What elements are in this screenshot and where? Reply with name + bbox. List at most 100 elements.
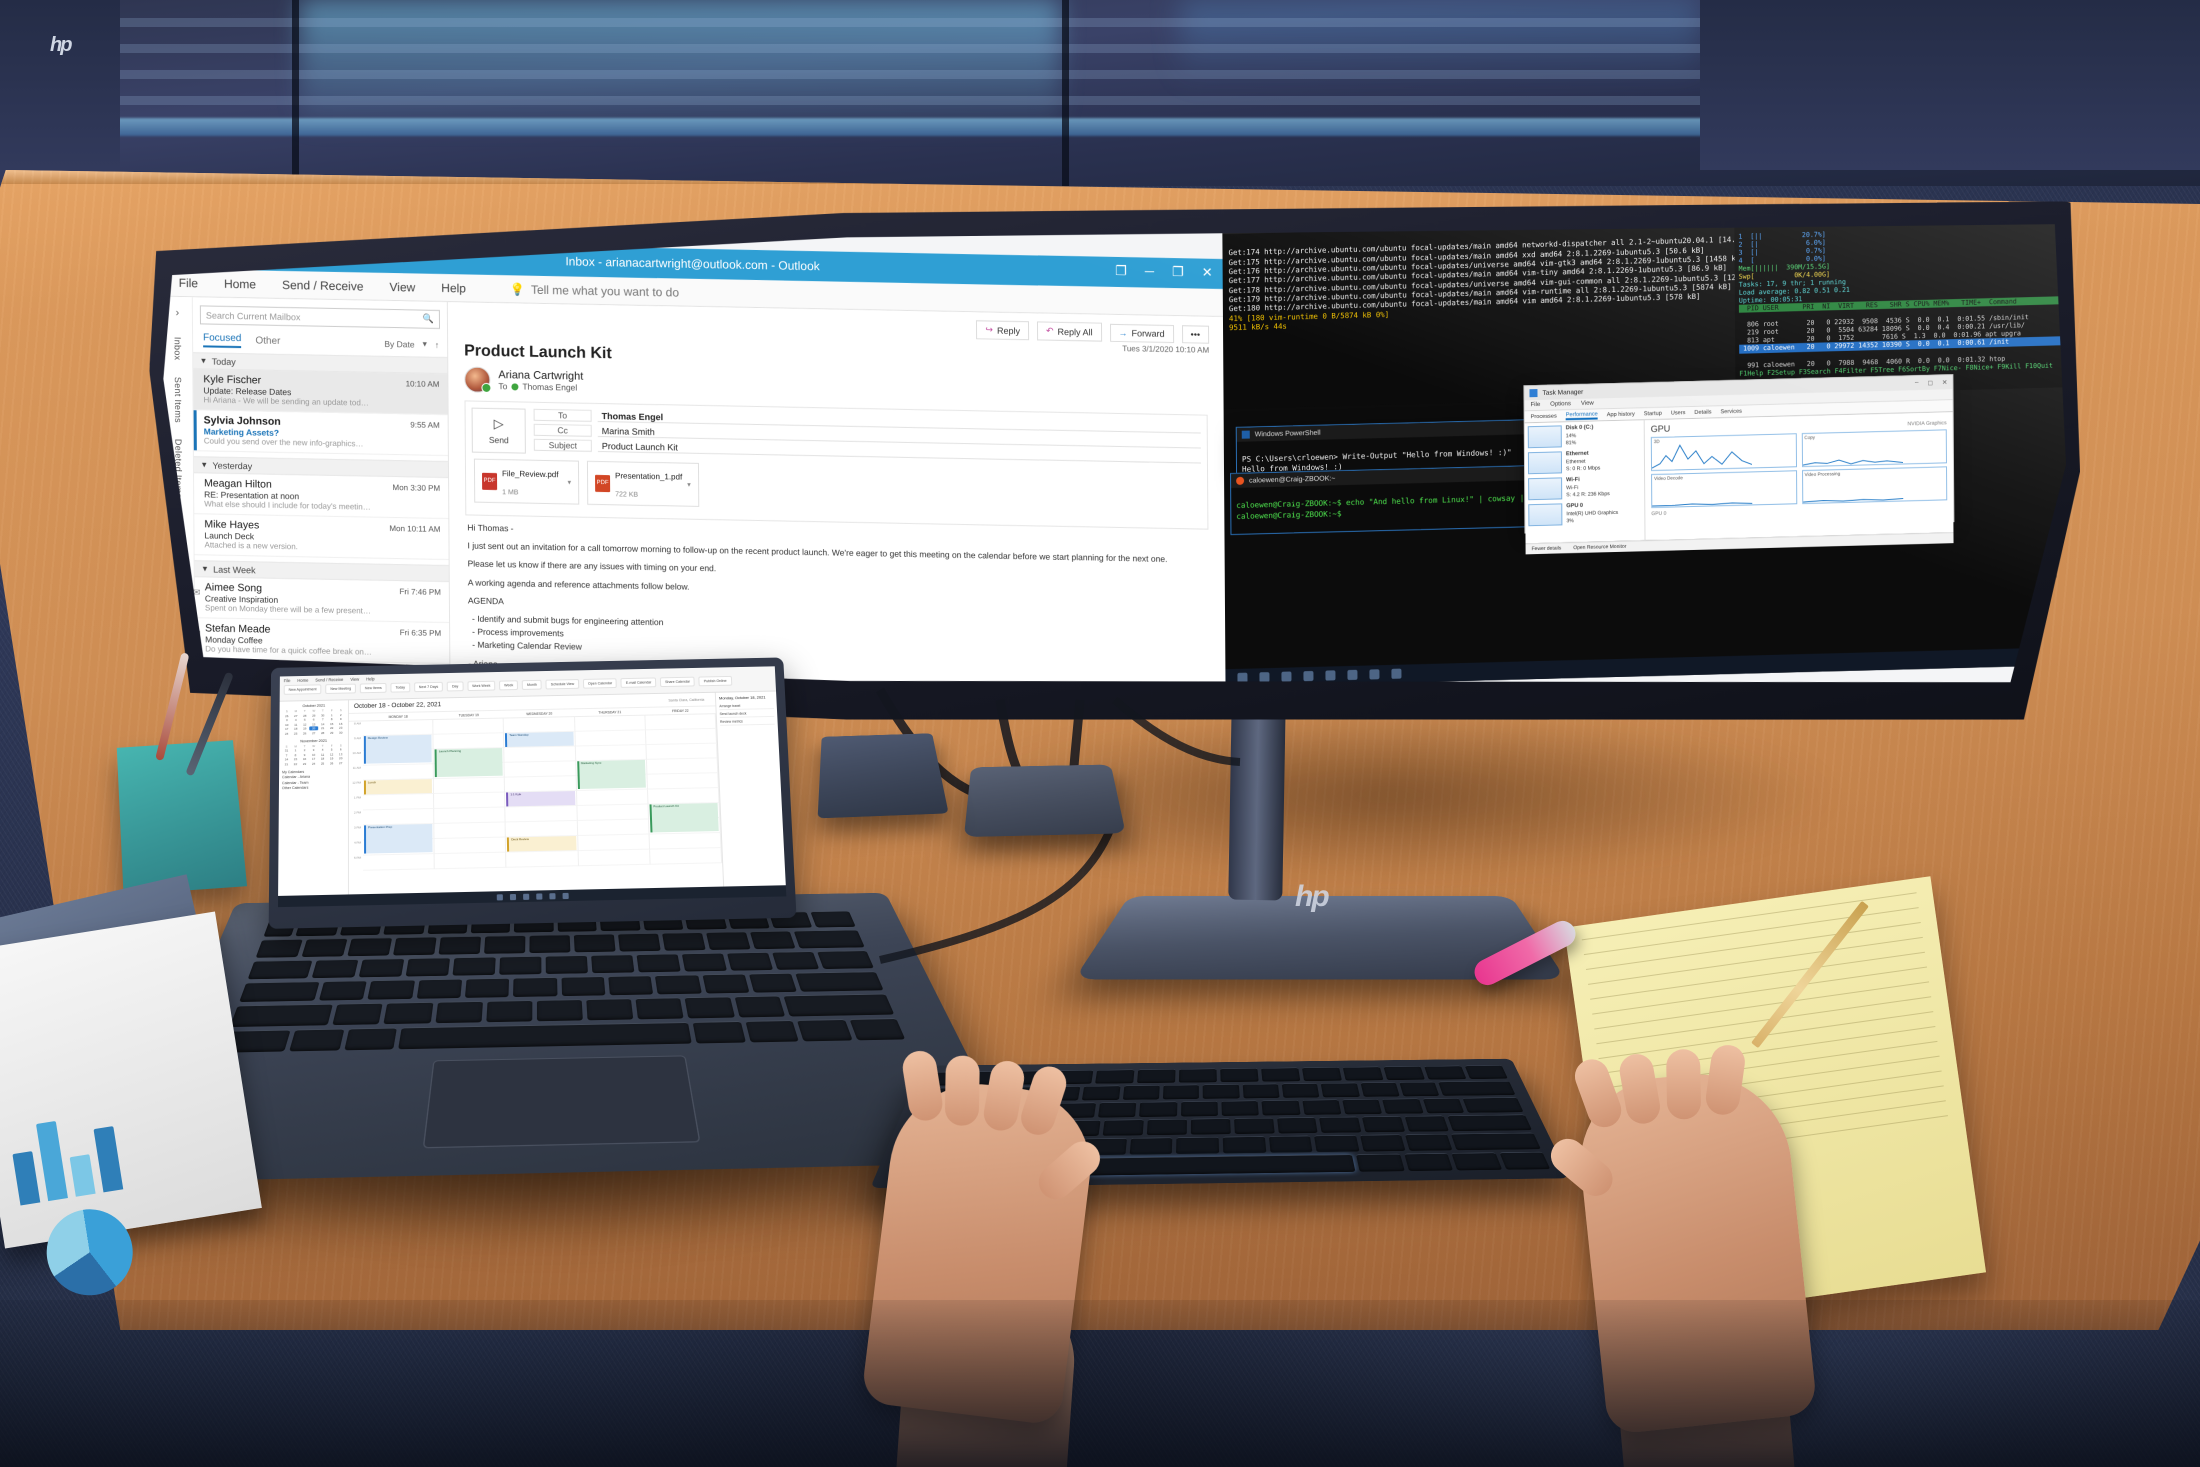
key-b[interactable] [1176, 1136, 1220, 1155]
publish-online-button[interactable]: Publish Online [698, 675, 732, 687]
explorer-icon[interactable] [1325, 670, 1335, 680]
outlook-window[interactable]: ⟳ ↩ ▾ Inbox - arianacartwright@outlook.c… [162, 239, 1225, 705]
to-field-label[interactable]: To [534, 409, 592, 422]
windows-taskbar[interactable]: 10:10 AM 3/1/2020 [1225, 647, 2067, 687]
calendar-week-grid[interactable]: MONDAY 18 TUESDAY 19 WEDNESDAY 20 THURSD… [348, 706, 723, 871]
tab-home[interactable]: Home [224, 276, 256, 291]
fewer-details-button[interactable]: Fewer details [1532, 545, 1562, 552]
calendar-slot[interactable] [505, 820, 578, 838]
key-f4[interactable] [1095, 1069, 1135, 1084]
calendar-slot[interactable] [645, 714, 717, 731]
key-f5[interactable] [1137, 1069, 1176, 1084]
tab-users[interactable]: Users [1671, 410, 1686, 416]
windows-icon[interactable] [496, 893, 503, 900]
key-0[interactable] [1320, 1082, 1360, 1098]
key-backspace[interactable] [1438, 1080, 1516, 1096]
key-enter[interactable] [1447, 1114, 1532, 1132]
calendar-check-ariana[interactable]: Calendar - Ariana [282, 774, 345, 780]
laptop-trackpad[interactable] [422, 1055, 701, 1149]
compose-form[interactable]: ▷ Send To Thomas Engel Cc Marina Smith S… [465, 400, 1209, 529]
task-item[interactable]: Review metrics [719, 716, 775, 726]
key-f9[interactable] [1301, 1067, 1342, 1082]
laptop-keyboard[interactable] [220, 910, 906, 1053]
forward-button[interactable]: → Forward [1110, 323, 1174, 342]
key-6[interactable] [1162, 1084, 1200, 1100]
calendar-slot[interactable] [649, 833, 722, 850]
calendar-slot[interactable] [362, 749, 434, 766]
menu-view[interactable]: View [1581, 401, 1594, 407]
calendar-slot[interactable] [505, 776, 577, 793]
key-semicolon[interactable] [1362, 1116, 1406, 1133]
resource-item[interactable]: Ethernet Ethernet S: 0 R: 0 Mbps [1528, 449, 1641, 474]
key-comma[interactable] [1314, 1134, 1360, 1153]
window-controls[interactable]: – ◻ ✕ [1915, 378, 1948, 387]
search-icon[interactable] [1259, 672, 1269, 682]
key-f[interactable] [1102, 1119, 1144, 1136]
open-calendar-button[interactable]: Open Calendar [582, 678, 618, 689]
key-m[interactable] [1268, 1135, 1313, 1153]
attachment-list[interactable]: PDF File_Review.pdf 1 MB ▾ PDF Presentat… [474, 459, 1199, 517]
tell-me-box[interactable]: 💡 Tell me what you want to do [510, 282, 679, 299]
windows-desktop-right[interactable]: caloewen@Craig-ZBOOK:~ ✕ + ▾ ─ ❐ ✕ Get:1… [1222, 219, 2067, 687]
close-icon[interactable]: ✕ [1942, 378, 1948, 386]
calendar-slot[interactable]: Design Review [362, 734, 434, 764]
filter-focused[interactable]: Focused [203, 332, 241, 348]
calendar-slot[interactable] [574, 715, 646, 732]
chevron-down-icon[interactable]: ▾ [201, 355, 206, 366]
key-n[interactable] [1222, 1136, 1266, 1154]
windows-icon[interactable] [1237, 673, 1247, 683]
calendar-event[interactable]: Lunch [363, 779, 433, 795]
calendar-slot[interactable] [646, 758, 719, 775]
key-5[interactable] [1122, 1085, 1160, 1100]
key-t[interactable] [1139, 1101, 1178, 1118]
window-controls[interactable]: ❐ ─ ❐ ✕ [1115, 263, 1213, 281]
key-minus[interactable] [1360, 1082, 1400, 1097]
tab-startup[interactable]: Startup [1644, 410, 1662, 416]
list-item[interactable]: Meagan Hilton Mon 3:30 PM RE: Presentati… [194, 473, 448, 519]
laptop-screen[interactable]: File Home Send / Receive View Help New A… [277, 666, 787, 908]
calendar-event[interactable]: 1:1 Kyle [506, 791, 575, 807]
list-item[interactable]: Sylvia Johnson 9:55 AM Marketing Assets?… [194, 410, 448, 456]
key-f11[interactable] [1383, 1066, 1426, 1081]
calendar-slot[interactable]: Launch Planning [433, 747, 505, 778]
tab-send-receive[interactable]: Send / Receive [315, 677, 343, 682]
calendar-slot[interactable]: Marketing Sync [575, 759, 648, 790]
key-o[interactable] [1301, 1099, 1342, 1115]
key-g[interactable] [1146, 1118, 1187, 1136]
calendar-slot[interactable] [577, 804, 649, 821]
message-list-pane[interactable]: Search Current Mailbox 🔍 Focused Other B… [193, 297, 451, 704]
chevron-down-icon[interactable]: ▾ [423, 339, 427, 350]
calendar-slot[interactable]: Product Launch Kit [648, 802, 721, 833]
calendar-checkbox-list[interactable]: My Calendars Calendar - Ariana Calendar … [282, 769, 345, 790]
calendar-slot[interactable] [646, 743, 718, 760]
edge-icon[interactable] [522, 893, 529, 900]
terminal-icon[interactable] [1369, 669, 1379, 679]
calendar-slot[interactable] [434, 852, 507, 870]
key-v[interactable] [1129, 1137, 1173, 1155]
resource-item[interactable]: GPU 0 Intel(R) UHD Graphics 3% [1528, 501, 1641, 526]
calendar-slot[interactable] [577, 819, 650, 837]
resource-item[interactable]: Wi-Fi Wi-Fi S: 4.2 R: 236 Kbps [1528, 475, 1641, 500]
calendar-slot[interactable] [362, 808, 435, 826]
reply-all-button[interactable]: ↶ Reply All [1037, 321, 1102, 341]
tab-help[interactable]: Help [441, 280, 466, 294]
focused-other-filters[interactable]: Focused Other By Date ▾ ↑ [193, 328, 447, 352]
calendar-slot[interactable] [645, 728, 717, 746]
key-r[interactable] [1097, 1102, 1137, 1118]
week-view-button[interactable]: Week [499, 680, 519, 691]
key-arrow-right[interactable] [1498, 1151, 1551, 1170]
calendar-slot[interactable] [505, 805, 578, 823]
list-item[interactable]: ✉ Aimee Song Fri 7:46 PM Creative Inspir… [195, 577, 449, 623]
cc-field-label[interactable]: Cc [534, 424, 592, 437]
tab-app-history[interactable]: App history [1607, 411, 1635, 418]
search-icon[interactable] [509, 893, 516, 900]
mini-calendar-grid[interactable]: S M T W T F S 31 1 2 3 4 5 6 7 8 9 10 11 12 13 14 1 [282, 743, 345, 766]
calendar-slot[interactable] [576, 774, 648, 792]
key-f10[interactable] [1342, 1066, 1384, 1081]
menu-options[interactable]: Options [1550, 401, 1571, 408]
key-arrow-up[interactable] [1451, 1152, 1502, 1171]
calendar-event[interactable]: Deck Review [507, 836, 577, 852]
key-f7[interactable] [1220, 1068, 1259, 1083]
open-resource-monitor-button[interactable]: Open Resource Monitor [1573, 544, 1626, 551]
day-view-button[interactable]: Day [447, 681, 464, 692]
